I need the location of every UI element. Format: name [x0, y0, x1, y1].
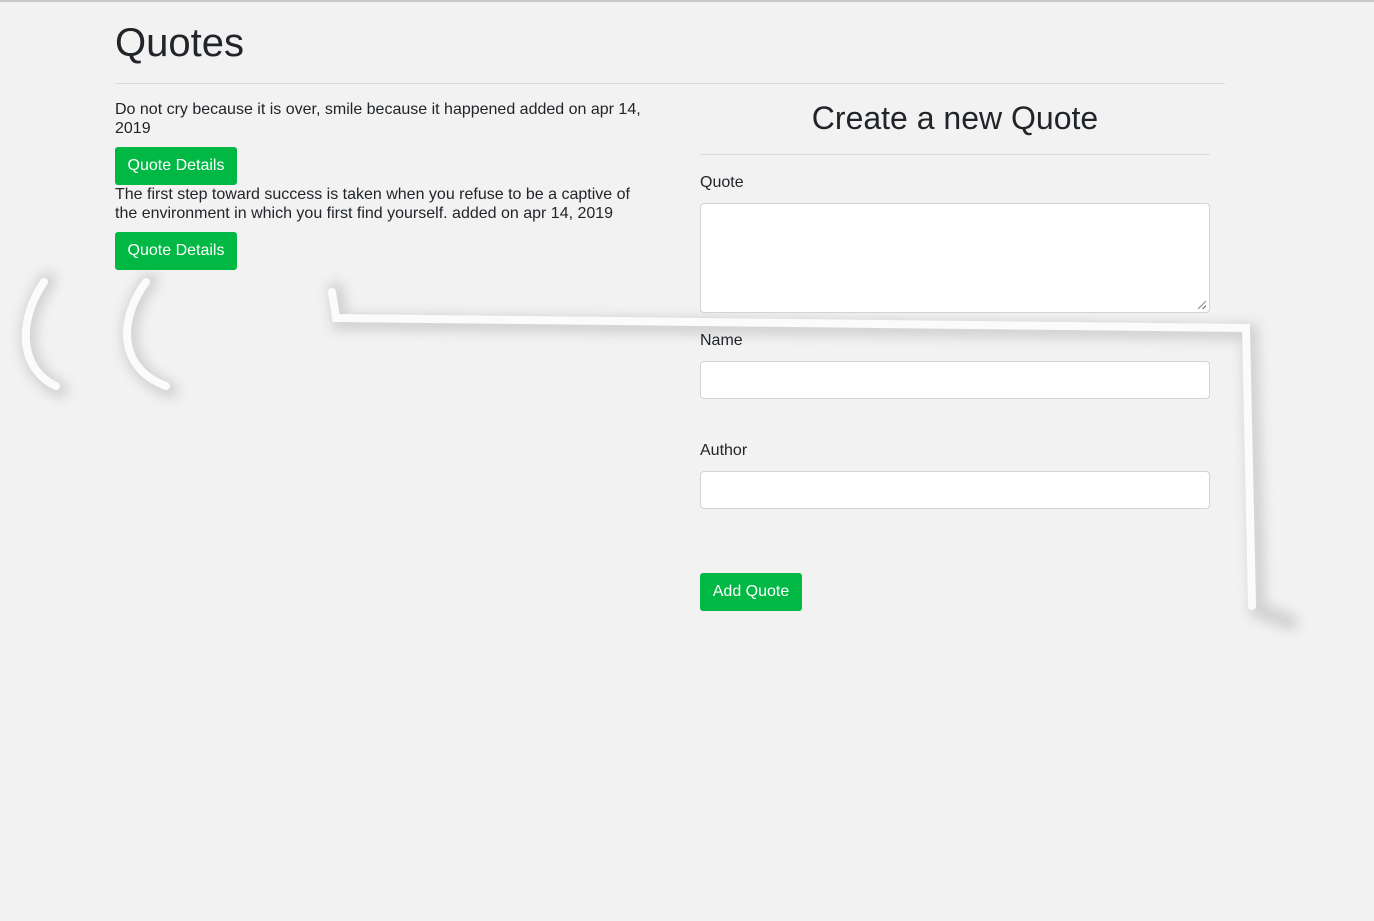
resize-handle-icon[interactable] — [1198, 301, 1206, 309]
quote-label: Quote — [700, 174, 744, 191]
new-quote-form: Create a new Quote Quote Name Author Add… — [700, 96, 1210, 611]
author-input[interactable] — [700, 471, 1210, 509]
quotes-list: Do not cry because it is over, smile bec… — [115, 100, 655, 270]
page-title: Quotes — [115, 21, 244, 65]
name-label: Name — [700, 332, 743, 349]
quote-mark-icon — [20, 272, 1298, 630]
quote-item: The first step toward success is taken w… — [115, 185, 655, 270]
quote-item: Do not cry because it is over, smile bec… — [115, 100, 655, 185]
add-quote-button[interactable]: Add Quote — [700, 573, 802, 611]
form-title: Create a new Quote — [811, 100, 1099, 136]
quote-details-button[interactable]: Quote Details — [115, 232, 237, 270]
quote-textarea[interactable] — [700, 203, 1210, 313]
top-border — [0, 0, 1374, 2]
quote-text: The first step toward success is taken w… — [115, 186, 630, 222]
author-label: Author — [700, 442, 748, 459]
name-input[interactable] — [700, 361, 1210, 399]
title-divider — [115, 83, 1225, 84]
form-divider — [700, 154, 1210, 155]
quote-text: Do not cry because it is over, smile bec… — [115, 101, 641, 137]
quote-details-button[interactable]: Quote Details — [115, 147, 237, 185]
